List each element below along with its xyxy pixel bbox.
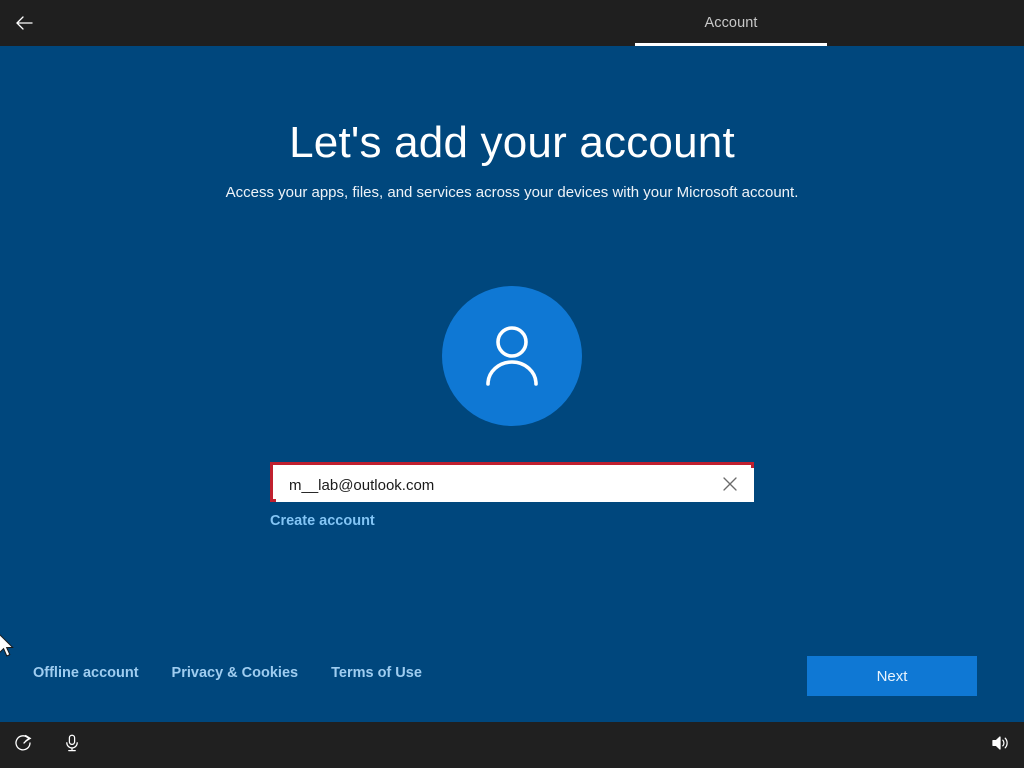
volume-button[interactable]	[988, 733, 1012, 757]
create-account-link[interactable]: Create account	[270, 513, 375, 529]
ease-of-access-button[interactable]	[12, 733, 36, 757]
privacy-cookies-link[interactable]: Privacy & Cookies	[172, 665, 299, 681]
main-content: Let's add your account Access your apps,…	[0, 46, 1024, 722]
avatar	[442, 286, 582, 426]
tab-account[interactable]: Account	[635, 0, 827, 46]
back-button[interactable]	[6, 5, 42, 41]
email-input[interactable]	[276, 468, 754, 502]
footer-links: Offline account Privacy & Cookies Terms …	[33, 665, 422, 681]
volume-speaker-icon	[990, 733, 1010, 758]
clear-email-button[interactable]	[715, 470, 745, 500]
person-icon	[472, 314, 552, 399]
close-x-icon	[721, 475, 739, 496]
ease-of-access-icon	[14, 733, 34, 758]
terms-of-use-link[interactable]: Terms of Use	[331, 665, 422, 681]
next-button[interactable]: Next	[807, 656, 977, 696]
microphone-button[interactable]	[60, 733, 84, 757]
title-bar: Account	[0, 0, 1024, 46]
microphone-icon	[62, 733, 82, 758]
offline-account-link[interactable]: Offline account	[33, 665, 139, 681]
mouse-cursor	[0, 634, 17, 660]
oobe-account-screen: Account Let's add your account Access yo…	[0, 0, 1024, 768]
back-arrow-icon	[12, 11, 36, 35]
email-field-highlight	[270, 462, 754, 502]
tab-account-label: Account	[704, 15, 758, 31]
page-title: Let's add your account	[289, 118, 735, 167]
bottom-tray-bar	[0, 722, 1024, 768]
page-subtitle: Access your apps, files, and services ac…	[225, 184, 799, 201]
